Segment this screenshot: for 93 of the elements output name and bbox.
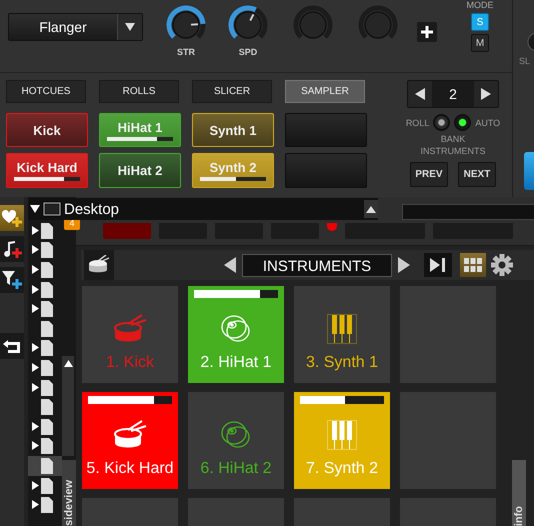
right-arrow-icon <box>481 88 491 100</box>
document-icon <box>41 262 53 278</box>
document-icon <box>41 360 53 376</box>
skip-end-icon <box>430 258 446 272</box>
up-arrow-icon <box>366 206 376 212</box>
collapsed-triangle-icon[interactable] <box>32 226 39 235</box>
document-icon <box>41 320 53 337</box>
add-favorite-button[interactable] <box>0 205 24 231</box>
document-icon <box>41 301 53 318</box>
scroll-up-button[interactable] <box>364 200 378 218</box>
heart-plus-icon <box>2 210 22 227</box>
sample-pad[interactable]: Kick <box>6 113 88 147</box>
sample-pad[interactable]: Synth 1 <box>192 113 274 147</box>
collapsed-triangle-icon[interactable] <box>32 343 39 352</box>
collapsed-triangle-icon[interactable] <box>32 284 39 294</box>
prev-button[interactable]: PREV <box>410 162 448 187</box>
left-arrow-icon <box>224 257 236 273</box>
collapsed-triangle-icon[interactable] <box>32 245 39 254</box>
bank-name: INSTRUMENTS <box>242 254 392 276</box>
knob-label: STR <box>177 47 195 57</box>
bank-number: 2 <box>448 85 458 104</box>
document-icon <box>41 242 53 258</box>
expanded-triangle-icon[interactable] <box>30 204 40 214</box>
search-field[interactable] <box>402 204 534 220</box>
mode-button[interactable]: M <box>471 34 489 52</box>
collapsed-triangle-icon[interactable] <box>32 304 39 314</box>
settings-icon <box>491 254 513 276</box>
led-toggle[interactable] <box>433 114 450 131</box>
back-button[interactable] <box>0 333 24 359</box>
mode-label: MODE <box>466 0 494 10</box>
note-plus-icon <box>4 241 22 258</box>
add-filter-button[interactable] <box>0 267 24 293</box>
piano-keys-icon <box>327 420 357 450</box>
led-toggle[interactable] <box>454 114 472 131</box>
document-icon <box>41 399 53 416</box>
grid-icon <box>464 258 482 272</box>
document-icon <box>41 438 53 454</box>
scrollbar[interactable] <box>62 356 74 456</box>
collapsed-triangle-icon[interactable] <box>32 500 39 510</box>
record-indicator <box>327 223 337 231</box>
knob-label: SPD <box>238 47 258 57</box>
previous-arrow[interactable] <box>222 255 238 275</box>
sample-pad[interactable]: Kick Hard <box>6 153 88 188</box>
drum-icon <box>114 420 147 448</box>
document-icon <box>41 222 53 239</box>
return-arrow-icon <box>3 340 20 353</box>
sample-pad[interactable]: HiHat 1 <box>99 113 181 147</box>
document-icon <box>41 282 53 298</box>
collapsed-triangle-icon[interactable] <box>32 422 39 431</box>
sample-slot[interactable]: 6. HiHat 2 <box>188 392 284 489</box>
collapsed-triangle-icon[interactable] <box>32 382 39 392</box>
add-button[interactable] <box>417 22 437 42</box>
slider-label: SL <box>518 56 530 66</box>
document-icon <box>41 380 53 396</box>
caret-icon <box>124 22 136 32</box>
sample-slot[interactable]: 3. Synth 1 <box>294 286 390 383</box>
collapsed-triangle-icon[interactable] <box>32 362 39 372</box>
cymbal-icon <box>221 315 250 342</box>
drum-icon <box>114 314 147 342</box>
document-icon <box>41 340 53 356</box>
next-button[interactable]: NEXT <box>458 162 496 187</box>
cymbal-icon <box>221 421 250 448</box>
piano-keys-icon <box>327 314 357 344</box>
mode-tab[interactable]: SAMPLER <box>285 80 365 103</box>
collapsed-triangle-icon[interactable] <box>32 264 39 274</box>
settings-button[interactable] <box>490 253 514 277</box>
mode-tab[interactable]: ROLLS <box>99 80 179 103</box>
plus-icon <box>421 26 433 38</box>
sample-pad[interactable]: HiHat 2 <box>99 153 181 188</box>
document-icon <box>41 497 53 514</box>
roll-label: ROLL <box>406 118 430 128</box>
collapsed-triangle-icon[interactable] <box>32 480 39 490</box>
auto-label: AUTO <box>475 118 500 128</box>
tree-row[interactable] <box>28 456 62 476</box>
document-icon <box>41 478 53 494</box>
right-arrow-icon <box>398 257 410 273</box>
effect-dropdown[interactable]: Flanger <box>8 13 143 41</box>
up-arrow-icon[interactable] <box>64 360 72 367</box>
left-arrow-icon <box>415 88 425 100</box>
sample-slot[interactable]: 5. Kick Hard <box>82 392 178 489</box>
grid-view-button[interactable] <box>460 253 486 277</box>
collapsed-triangle-icon[interactable] <box>32 441 39 450</box>
monitor-icon <box>43 202 61 216</box>
document-icon <box>41 458 53 474</box>
drum-icon <box>89 255 110 272</box>
instrument-button[interactable] <box>84 250 114 280</box>
skip-button[interactable] <box>424 253 452 277</box>
next-arrow[interactable] <box>396 255 412 275</box>
mode-tab[interactable]: SLICER <box>192 80 272 103</box>
bank-caption: BANK INSTRUMENTS <box>420 133 486 157</box>
document-icon <box>41 418 53 435</box>
mode-tab[interactable]: HOTCUES <box>6 80 86 103</box>
funnel-plus-icon <box>2 271 22 289</box>
